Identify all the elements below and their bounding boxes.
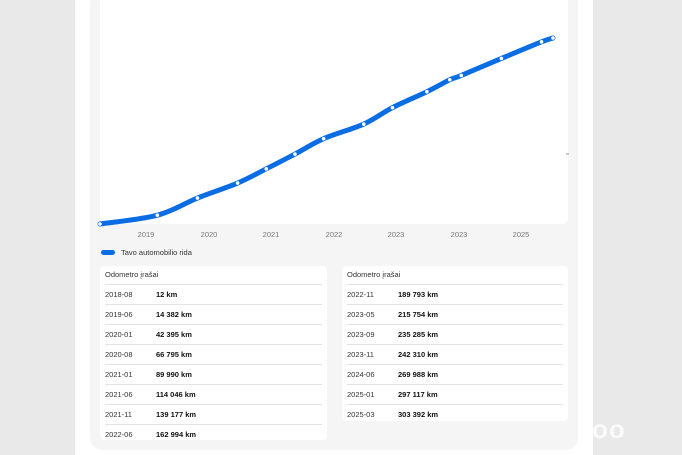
row-date: 2019-06 [105, 310, 133, 319]
data-point[interactable] [425, 89, 429, 94]
table-title: Odometro įrašai [105, 270, 159, 279]
row-mileage: 162 994 km [156, 430, 197, 439]
row-date: 2021-11 [105, 410, 132, 419]
row-date: 2022-11 [347, 290, 374, 299]
row-mileage: 235 285 km [398, 330, 439, 339]
table-row: 2018-08 12 km [105, 284, 322, 304]
row-date: 2023-09 [347, 330, 375, 339]
row-mileage: 12 km [156, 290, 178, 299]
table-row: 2024-06 269 988 km [347, 364, 563, 384]
row-date: 2024-06 [347, 370, 375, 379]
table-row: 2023-11 242 310 km [347, 344, 563, 364]
table-row: 2021-11 139 177 km [105, 404, 322, 424]
brand-watermark: oo [592, 414, 626, 444]
row-mileage: 269 988 km [398, 370, 439, 379]
row-mileage: 14 382 km [156, 310, 192, 319]
row-mileage: 189 793 km [398, 290, 439, 299]
table-row: 2023-09 235 285 km [347, 324, 563, 344]
table-row: 2025-01 297 117 km [347, 384, 563, 404]
table-row: 2021-06 114 046 km [105, 384, 322, 404]
row-mileage: 215 754 km [398, 310, 439, 319]
table-row: 2019-06 14 382 km [105, 304, 322, 324]
x-tick-label: 2025 [513, 230, 530, 239]
row-mileage: 66 795 km [156, 350, 192, 359]
data-point[interactable] [98, 222, 102, 226]
table-row: 2020-01 42 395 km [105, 324, 322, 344]
chart-legend: Tavo automobilio rida [101, 246, 192, 258]
row-mileage: 242 310 km [398, 350, 439, 359]
row-date: 2025-01 [347, 390, 375, 399]
row-date: 2022-06 [105, 430, 133, 439]
x-tick-label: 2019 [138, 230, 155, 239]
row-date: 2018-08 [105, 290, 133, 299]
x-tick-label: 2020 [201, 230, 218, 239]
odometer-table-left: Odometro įrašai 2018-08 12 km 2019-06 14 38… [100, 266, 327, 440]
data-point[interactable] [155, 213, 160, 217]
table-title: Odometro įrašai [347, 270, 401, 279]
legend-label: Tavo automobilio rida [121, 247, 192, 257]
row-mileage: 114 046 km [156, 390, 196, 399]
table-row: 2023-05 215 754 km [347, 304, 563, 324]
data-point[interactable] [539, 40, 544, 44]
data-point[interactable] [551, 36, 555, 40]
x-tick-label: 2022 [326, 230, 343, 239]
data-point[interactable] [447, 77, 452, 82]
row-date: 2020-01 [105, 330, 133, 339]
data-point[interactable] [361, 122, 366, 126]
legend-swatch [101, 249, 115, 255]
row-date: 2020-08 [105, 350, 133, 359]
row-date: 2023-05 [347, 310, 375, 319]
row-mileage: 297 117 km [398, 390, 438, 399]
x-tick-label: 2021 [263, 230, 280, 239]
series-line [97, 35, 556, 227]
data-point[interactable] [321, 136, 326, 141]
row-date: 2021-01 [105, 370, 133, 379]
table-row: 2020-08 66 795 km [105, 344, 322, 364]
data-point[interactable] [195, 196, 200, 200]
data-point[interactable] [499, 56, 504, 61]
data-point[interactable] [390, 105, 395, 110]
mileage-line-chart: 2019 2020 2021 2022 2023 2023 2025 [97, 35, 569, 239]
row-mileage: 139 177 km [156, 410, 197, 419]
table-row: 2025-03 303 392 km [347, 404, 563, 424]
row-mileage: 89 990 km [156, 370, 192, 379]
table-row: 2022-06 162 994 km [105, 424, 322, 444]
row-date: 2025-03 [347, 410, 375, 419]
table-row: 2022-11 189 793 km [347, 284, 563, 304]
x-tick-label: 2023 [451, 230, 468, 239]
data-point[interactable] [293, 152, 297, 156]
row-mileage: 303 392 km [398, 410, 439, 419]
row-date: 2021-06 [105, 390, 133, 399]
data-point[interactable] [459, 73, 464, 78]
data-point[interactable] [264, 167, 269, 171]
row-mileage: 42 395 km [156, 330, 192, 339]
odometer-table-right: Odometro įrašai 2022-11 189 793 km 2023-05… [342, 266, 568, 421]
table-row: 2021-01 89 990 km [105, 364, 322, 384]
x-tick-label: 2023 [388, 230, 405, 239]
data-point[interactable] [235, 181, 240, 185]
row-date: 2023-11 [347, 350, 374, 359]
